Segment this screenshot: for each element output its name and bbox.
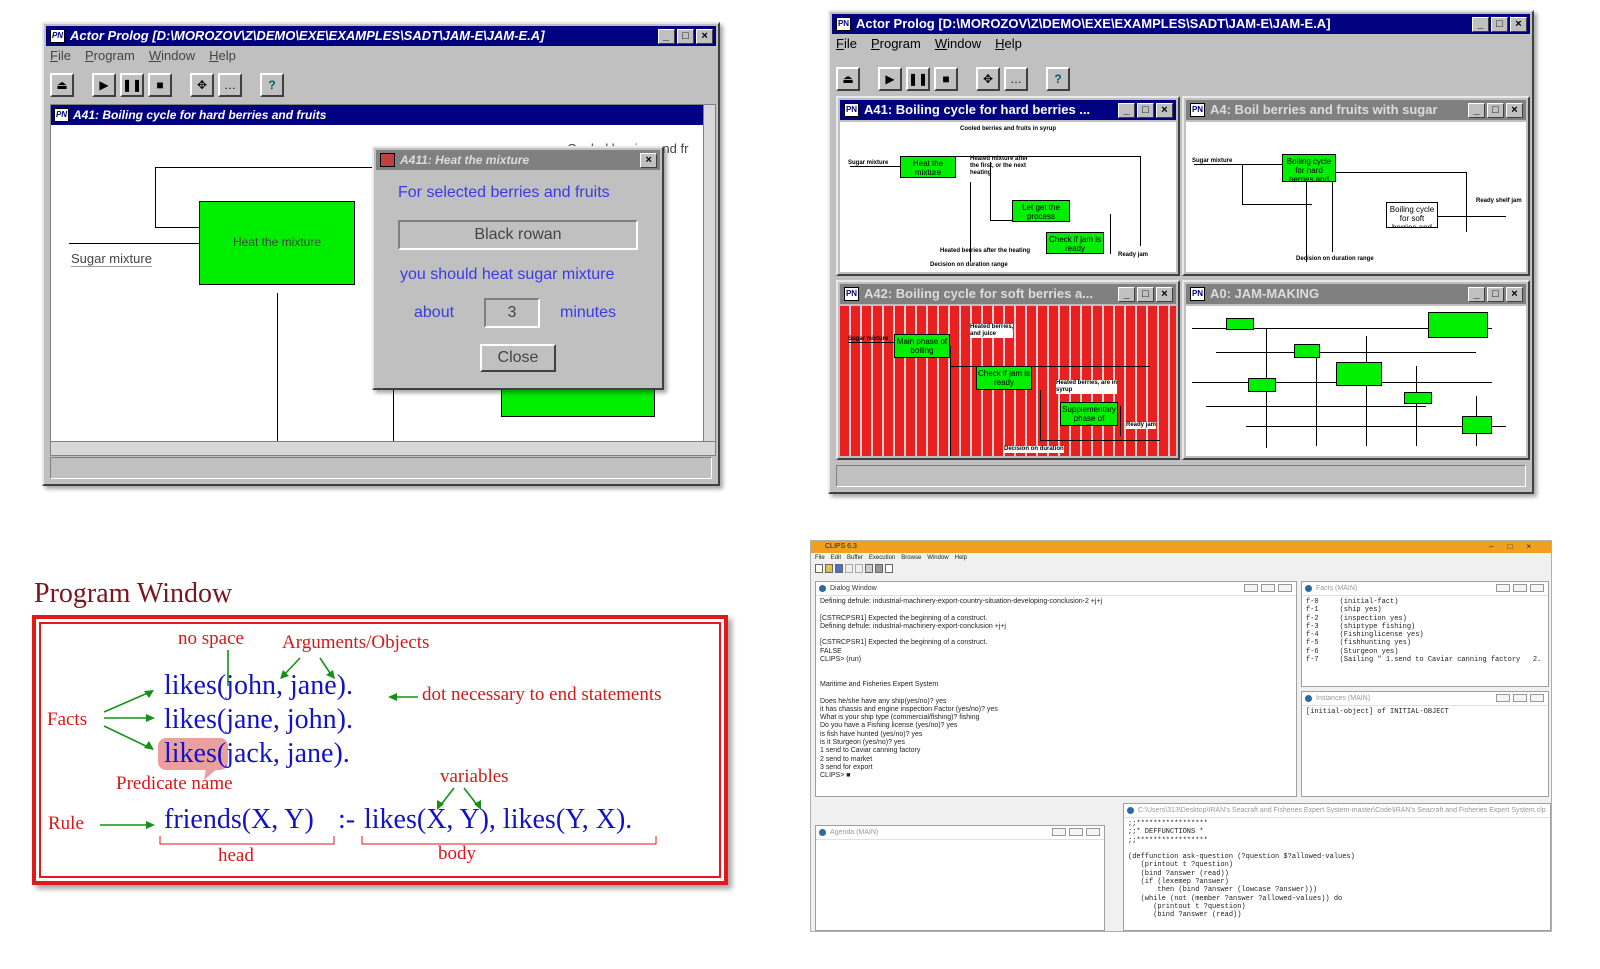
dialog-line bbox=[820, 664, 1292, 672]
fact-row: f-4 (Fishinglicense yes) bbox=[1306, 631, 1424, 640]
note-dot: dot necessary to end statements bbox=[422, 684, 662, 705]
dialog-window-title: Dialog Window bbox=[830, 585, 877, 592]
clips-menu-buffer[interactable]: Buffer bbox=[847, 553, 863, 563]
dialog-line: [CSTRCPSR1] Expected the beginning of a … bbox=[820, 614, 988, 622]
clips-menu-edit[interactable]: Edit bbox=[831, 553, 841, 563]
dialog-line bbox=[820, 606, 1292, 614]
clips-title: CLIPS 6.3 bbox=[825, 543, 857, 550]
clips-menubar: File Edit Buffer Execution Browse Window… bbox=[815, 553, 967, 563]
clips-menu-help[interactable]: Help bbox=[955, 553, 967, 563]
agenda-titlebar[interactable]: Agenda (MAIN) bbox=[816, 826, 1104, 840]
clips-agenda-window: Agenda (MAIN) bbox=[815, 825, 1105, 931]
code-line: (deffunction ask-question (?question $?a… bbox=[1128, 853, 1355, 862]
code-line: (bind ?answer (read)) bbox=[1128, 911, 1242, 920]
paste-icon[interactable] bbox=[865, 564, 873, 573]
fact-row: f-7 (Sailing " 1.send to Caviar canning … bbox=[1306, 656, 1542, 665]
note-no-space: no space bbox=[178, 628, 244, 649]
dialog-line: it has chassis and engine inspection Fac… bbox=[820, 705, 998, 713]
clips-toolbar bbox=[815, 564, 893, 574]
code-line: ;;***************** bbox=[1128, 820, 1208, 828]
dialog-line: CLIPS> ■ bbox=[820, 772, 851, 780]
dialog-window-content[interactable]: Defining defrule: industrial-machinery-e… bbox=[816, 596, 1296, 783]
code-line: ;;* DEFFUNCTIONS * bbox=[1128, 828, 1204, 837]
code-line: ;;***************** bbox=[1128, 836, 1208, 845]
clips-dialog-window: Dialog Window Defining defrule: industri… bbox=[815, 581, 1297, 797]
clips-titlebar[interactable]: CLIPS 6.3 –□× bbox=[811, 541, 1551, 553]
note-predicate: Predicate name bbox=[116, 773, 233, 794]
clips-facts-window: Facts (MAIN) f-0 (initial-fact) f-1 (ship… bbox=[1301, 581, 1549, 687]
note-head: head bbox=[218, 845, 254, 866]
file-titlebar[interactable]: C:\Users\313\Desktop\IRAN's Seacraft and… bbox=[1124, 804, 1550, 818]
fact-row: f-2 (inspection yes) bbox=[1306, 614, 1407, 623]
open-icon[interactable] bbox=[825, 564, 833, 573]
clips-window-controls[interactable]: –□× bbox=[1489, 541, 1545, 553]
dialog-line: is fish have hunted (yes/no)? yes bbox=[820, 730, 923, 738]
clips-menu-file[interactable]: File bbox=[815, 553, 825, 563]
fact-row: f-6 (Sturgeon yes) bbox=[1306, 647, 1399, 656]
clips-menu-browse[interactable]: Browse bbox=[901, 553, 921, 563]
code-line: then (bind ?answer (lowcase ?answer))) bbox=[1128, 886, 1318, 895]
dialog-line: Defining defrule: industrial-machinery-e… bbox=[820, 598, 1103, 605]
file-title: C:\Users\313\Desktop\IRAN's Seacraft and… bbox=[1138, 807, 1546, 814]
fact-line-2: likes(jane, john). bbox=[164, 704, 353, 735]
dialog-line: 1 send to Caviar canning factory bbox=[820, 747, 921, 755]
note-variables: variables bbox=[440, 766, 509, 787]
dialog-line: 3 send for export bbox=[820, 763, 873, 771]
note-facts: Facts bbox=[47, 709, 88, 730]
instances-title: Instances (MAIN) bbox=[1316, 695, 1371, 702]
instances-titlebar[interactable]: Instances (MAIN) bbox=[1302, 692, 1548, 706]
fact-line-1: likes(john, jane). bbox=[164, 670, 353, 701]
instance-row: [initial-object] of INITIAL-OBJECT bbox=[1306, 708, 1449, 716]
dialog-line: [CSTRCPSR1] Expected the beginning of a … bbox=[820, 639, 988, 647]
note-body: body bbox=[438, 843, 476, 864]
fact-line-3: likes(jack, jane). bbox=[164, 738, 350, 769]
file-content[interactable]: ;;***************** ;;* DEFFUNCTIONS * ;;*… bbox=[1124, 818, 1550, 922]
fact-row: f-3 (shiptype fishing) bbox=[1306, 622, 1416, 631]
fact-row: f-1 (ship yes) bbox=[1306, 606, 1382, 615]
dialog-line: Defining defrule: industrial-machinery-e… bbox=[820, 622, 1006, 630]
clips-menu-execution[interactable]: Execution bbox=[869, 553, 895, 563]
agenda-title: Agenda (MAIN) bbox=[830, 829, 879, 836]
dialog-line: Do you have a Fishing license (yes/no)? … bbox=[820, 722, 958, 730]
print-icon[interactable] bbox=[875, 564, 883, 573]
clips-window: CLIPS 6.3 –□× File Edit Buffer Execution… bbox=[810, 540, 1552, 932]
dialog-line: is it Sturgeon (yes/no)? yes bbox=[820, 739, 905, 747]
dialog-line: Does he/she have any ship(yes/no)? yes bbox=[820, 697, 947, 705]
help-icon-clips[interactable] bbox=[885, 564, 893, 573]
clips-menu-window[interactable]: Window bbox=[927, 553, 948, 563]
code-line: (if (lexemep ?answer) bbox=[1128, 878, 1229, 887]
facts-title: Facts (MAIN) bbox=[1316, 585, 1358, 592]
dialog-line: CLIPS> (run) bbox=[820, 656, 862, 664]
code-line: (bind ?answer (read)) bbox=[1128, 869, 1229, 878]
dialog-line: 2 send to market bbox=[820, 755, 873, 763]
dialog-window-titlebar[interactable]: Dialog Window bbox=[816, 582, 1296, 596]
dialog-line bbox=[820, 673, 1292, 681]
note-arguments: Arguments/Objects bbox=[282, 632, 430, 653]
dialog-line bbox=[820, 631, 1292, 639]
facts-content: f-0 (initial-fact) f-1 (ship yes) f-2 (ins… bbox=[1302, 596, 1548, 666]
code-line: (printout t ?question) bbox=[1128, 861, 1234, 870]
new-icon[interactable] bbox=[815, 564, 823, 573]
save-icon[interactable] bbox=[835, 564, 843, 573]
rule-operator: :- bbox=[338, 804, 356, 835]
facts-titlebar[interactable]: Facts (MAIN) bbox=[1302, 582, 1548, 596]
code-line: (while (not (member ?answer ?allowed-val… bbox=[1128, 894, 1343, 903]
dialog-line: What is your ship type (commercial/fishi… bbox=[820, 714, 980, 722]
clips-instances-window: Instances (MAIN) [initial-object] of INI… bbox=[1301, 691, 1549, 797]
dialog-line: Maritime and Fisheries Expert System bbox=[820, 680, 939, 688]
clips-file-window: C:\Users\313\Desktop\IRAN's Seacraft and… bbox=[1123, 803, 1551, 931]
dialog-line bbox=[820, 689, 1292, 697]
fact-row: f-0 (initial-fact) bbox=[1306, 598, 1399, 606]
rule-head: friends(X, Y) bbox=[164, 804, 314, 835]
instances-content: [initial-object] of INITIAL-OBJECT bbox=[1302, 706, 1548, 718]
fact-row: f-5 (fishhunting yes) bbox=[1306, 639, 1412, 648]
copy-icon[interactable] bbox=[855, 564, 863, 573]
rule-body: likes(X, Y), likes(Y, X). bbox=[364, 804, 633, 835]
dialog-line: FALSE bbox=[820, 647, 842, 655]
note-rule: Rule bbox=[48, 813, 84, 834]
cut-icon[interactable] bbox=[845, 564, 853, 573]
code-line: (printout t ?question) bbox=[1128, 902, 1246, 911]
